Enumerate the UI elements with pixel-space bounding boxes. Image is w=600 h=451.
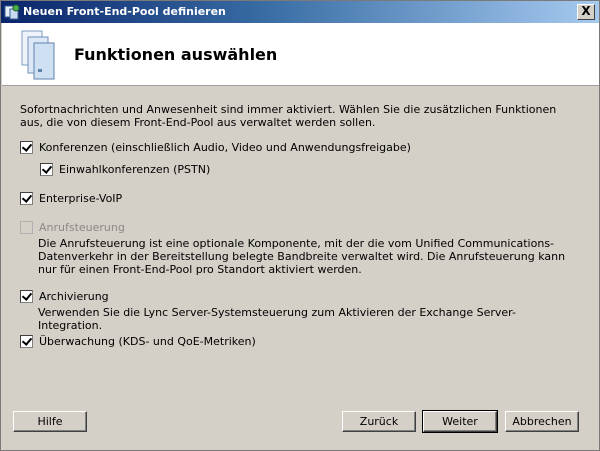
archiving-description: Verwenden Sie die Lync Server-Systemsteu…: [38, 306, 516, 332]
next-button[interactable]: Weiter: [422, 410, 498, 433]
conferencing-label: Konferenzen (einschließlich Audio, Video…: [39, 141, 411, 154]
dialin-checkbox[interactable]: [40, 163, 53, 176]
call-admission-checkbox: [20, 221, 33, 234]
voip-label: Enterprise-VoIP: [39, 192, 123, 205]
wizard-window: Neuen Front-End-Pool definieren X Funkti…: [0, 0, 600, 451]
close-button[interactable]: X: [577, 4, 595, 20]
voip-checkbox[interactable]: [20, 192, 33, 205]
cancel-button[interactable]: Abbrechen: [505, 411, 579, 432]
help-button[interactable]: Hilfe: [13, 411, 87, 432]
archiving-label: Archivierung: [39, 290, 109, 303]
page-header: Funktionen auswählen: [2, 23, 599, 86]
archiving-checkbox[interactable]: [20, 290, 33, 303]
front-end-pool-icon: [21, 30, 55, 80]
intro-text: Sofortnachrichten und Anwesenheit sind i…: [20, 103, 557, 129]
monitoring-checkbox[interactable]: [20, 335, 33, 348]
title-bar[interactable]: Neuen Front-End-Pool definieren X: [1, 1, 599, 23]
option-dialin[interactable]: Einwahlkonferenzen (PSTN): [40, 163, 210, 176]
server-pool-icon: [4, 4, 20, 20]
call-admission-description: Die Anrufsteuerung ist eine optionale Ko…: [38, 237, 566, 276]
call-admission-label: Anrufsteuerung: [39, 221, 125, 234]
dialin-label: Einwahlkonferenzen (PSTN): [59, 163, 211, 176]
option-call-admission: Anrufsteuerung: [20, 221, 125, 234]
back-button[interactable]: Zurück: [342, 411, 416, 432]
page-title: Funktionen auswählen: [74, 45, 278, 64]
option-archiving[interactable]: Archivierung: [20, 290, 109, 303]
option-voip[interactable]: Enterprise-VoIP: [20, 192, 122, 205]
option-conferencing[interactable]: Konferenzen (einschließlich Audio, Video…: [20, 141, 411, 154]
monitoring-label: Überwachung (KDS- und QoE-Metriken): [39, 335, 256, 348]
option-monitoring[interactable]: Überwachung (KDS- und QoE-Metriken): [20, 335, 256, 348]
conferencing-checkbox[interactable]: [20, 141, 33, 154]
window-title: Neuen Front-End-Pool definieren: [23, 5, 226, 18]
